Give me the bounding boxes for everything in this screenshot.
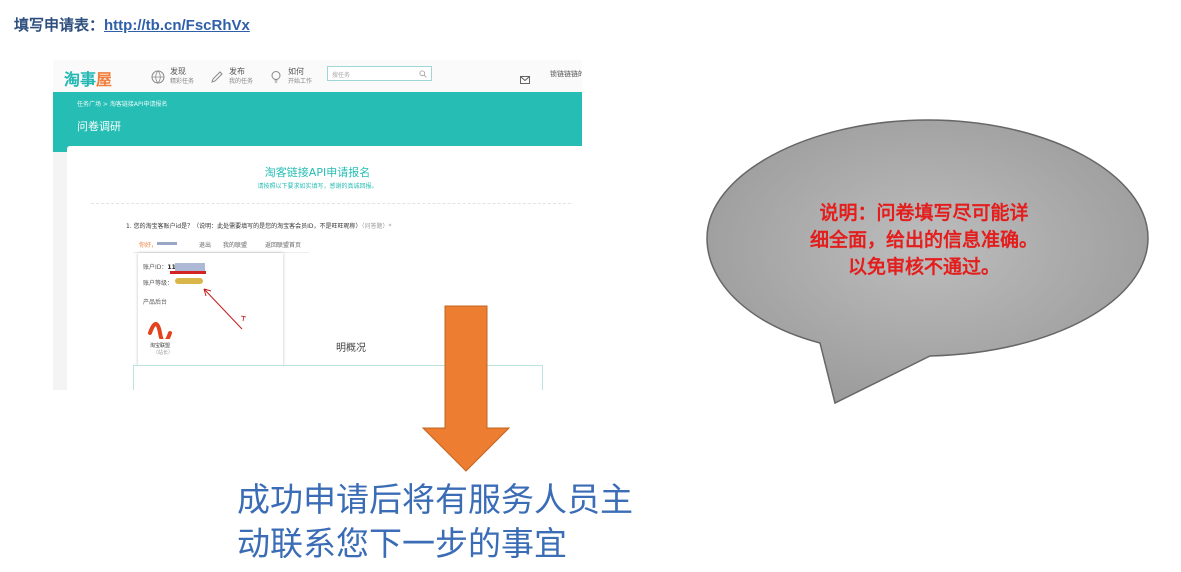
product-backend-label: 产品后台 xyxy=(143,299,168,306)
inner-hello: 你好， xyxy=(139,242,158,249)
nav-discover-label: 发现 xyxy=(170,67,186,76)
user-name[interactable]: 锁链链链的 xyxy=(550,69,582,79)
page-title: 问卷调研 xyxy=(77,120,121,133)
bubble-note: 说明：问卷填写尽可能详 细全面，给出的信息准确。 以免审核不通过。 xyxy=(754,200,1094,281)
bubble-line-3: 以免审核不通过。 xyxy=(847,256,1000,278)
logo-last-char: 屋 xyxy=(96,70,113,89)
inner-topbar: 你好， 退出 我的联盟 返回联盟首页 xyxy=(133,235,309,253)
nav-discover-sub: 精彩任务 xyxy=(170,78,195,85)
question-required: （问答题）* xyxy=(361,223,392,230)
nav-publish-sub: 我的任务 xyxy=(229,78,254,85)
bubble-line-2: 细全面，给出的信息准确。 xyxy=(809,229,1038,251)
search-input[interactable]: 搜任务 xyxy=(327,66,432,81)
instruction-label: 填写申请表： xyxy=(14,16,105,34)
question-1-text: 1. 您的淘宝客账户id是？（说明：此处需要填写的是您的淘宝客会员ID，不是旺旺… xyxy=(126,223,362,230)
nav-publish-label: 发布 xyxy=(229,67,245,76)
account-id-label-text: 账户ID： xyxy=(143,264,168,271)
red-arrow-icon xyxy=(203,288,247,330)
bottom-message: 成功申请后将有服务人员主 动联系您下一步的事宜 xyxy=(237,478,633,566)
question-1: 1. 您的淘宝客账户id是？（说明：此处需要填写的是您的淘宝客会员ID，不是旺旺… xyxy=(126,221,392,230)
nav-howto[interactable]: 如何 开始工作 xyxy=(268,65,312,89)
application-link[interactable]: http://tb.cn/FscRhVx xyxy=(104,17,250,34)
alliance-sub: （站长） xyxy=(153,350,174,356)
alliance-logo-icon xyxy=(148,322,172,339)
search-placeholder: 搜任务 xyxy=(332,72,351,79)
nav-discover[interactable]: 发现 精彩任务 xyxy=(150,65,194,89)
top-navbar: 淘事屋 发现 精彩任务 发布 我的任务 如何 开始工作 搜任务 锁链链链的 xyxy=(53,60,582,93)
nav-howto-label: 如何 xyxy=(288,67,304,76)
divider xyxy=(91,203,571,204)
red-underline xyxy=(170,271,206,274)
down-arrow-icon xyxy=(422,305,511,472)
nav-publish[interactable]: 发布 我的任务 xyxy=(209,65,253,89)
account-id-blur xyxy=(175,263,205,271)
nav-howto-sub: 开始工作 xyxy=(288,78,313,85)
lightbulb-icon xyxy=(268,69,284,85)
bottom-line-2: 动联系您下一步的事宜 xyxy=(237,524,567,563)
breadcrumb[interactable]: 任务广场 > 淘客链接API申请报名 xyxy=(77,99,167,108)
pencil-icon xyxy=(209,69,225,85)
logo-text: 淘事屋 xyxy=(64,70,113,89)
inner-username-blur xyxy=(157,242,177,245)
globe-icon xyxy=(150,69,166,85)
inner-my-alliance: 我的联盟 xyxy=(223,242,248,249)
mail-icon[interactable] xyxy=(520,69,530,88)
site-logo[interactable]: 淘事屋 xyxy=(64,66,112,90)
inner-back-home: 返回联盟首页 xyxy=(265,242,302,249)
alliance-name: 淘宝联盟 xyxy=(150,343,171,349)
account-level-label: 账户等级： xyxy=(143,280,174,287)
instruction-line: 填写申请表：http://tb.cn/FscRhVx xyxy=(14,14,250,35)
form-title: 淘客链接API申请报名 xyxy=(264,166,371,179)
partial-overview-text: 明概况 xyxy=(336,343,366,354)
search-icon[interactable] xyxy=(419,70,427,80)
bottom-line-1: 成功申请后将有服务人员主 xyxy=(237,480,633,519)
form-subtitle: 请按照以下要求如实填写，感谢的真诚回报。 xyxy=(257,183,378,190)
bubble-line-1: 说明：问卷填写尽可能详 xyxy=(819,202,1029,224)
inner-logout: 退出 xyxy=(199,242,212,249)
